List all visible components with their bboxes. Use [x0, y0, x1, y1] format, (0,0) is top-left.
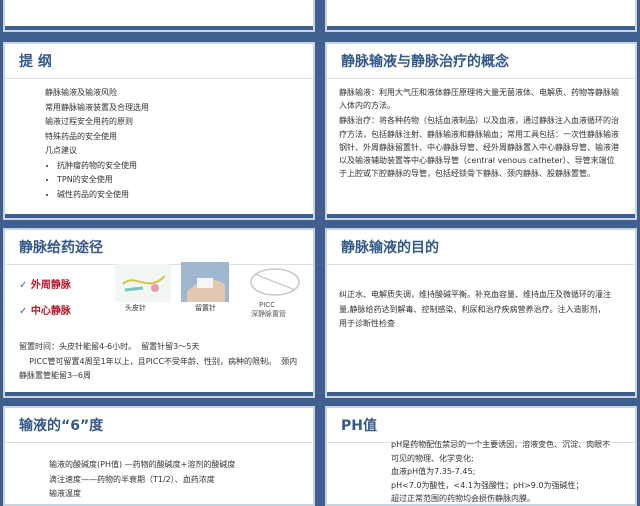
six-degrees-item: 输液温度 — [49, 489, 81, 498]
picc-image — [245, 264, 305, 302]
indwelling-needle-image — [181, 262, 229, 302]
slide-top-right[interactable] — [325, 0, 637, 32]
check-icon: ✓ — [19, 306, 28, 317]
six-degrees-list: 输液的酸碱度(PH值) —药物的酸碱度+溶剂的酸碱度 滴注速度——药物的半衰期（… — [49, 458, 235, 502]
outline-bullet: 碱性药品的安全使用 — [57, 188, 149, 203]
outline-item: 几点建议 — [45, 146, 77, 155]
slide-ph[interactable]: PH值 pH是药物配伍禁忌的一个主要诱因，溶液变色、沉淀、肉眼不可见的物理、化学… — [325, 406, 637, 506]
slide-header: 输液的“6”度 — [5, 408, 313, 443]
slide-title: PH值 — [341, 418, 377, 434]
slide-bottom-bar — [5, 26, 313, 30]
slide-bottom-bar — [327, 26, 635, 30]
image-caption: 留置针 — [195, 304, 216, 312]
slide-purpose[interactable]: 静脉输液的目的 纠正水、电解质失调，维持酸碱平衡。补充血容量、维持血压及微循环的… — [325, 228, 637, 398]
slide-title: 提 纲 — [19, 54, 52, 70]
picc-catheter-icon — [250, 268, 300, 296]
route-peripheral: ✓ 外周静脉 — [19, 280, 71, 291]
slide-header: 静脉输液与静脉治疗的概念 — [327, 44, 635, 79]
outline-item: 特殊药品的安全使用 — [45, 131, 117, 141]
slide-bottom-bar — [5, 392, 313, 396]
ph-item: 超过正常范围的药物均会损伤静脉内膜。 — [391, 494, 535, 503]
ph-item: pH是药物配伍禁忌的一个主要诱因，溶液变色、沉淀、肉眼不可见的物理、化学变化; — [391, 440, 611, 463]
six-degrees-item: 滴注速度——药物的半衰期（T1/2）、血药浓度 — [49, 474, 215, 484]
slide-header: 静脉输液的目的 — [327, 230, 635, 265]
ph-list: pH是药物配伍禁忌的一个主要诱因，溶液变色、沉淀、肉眼不可见的物理、化学变化; … — [391, 438, 615, 504]
routes-duration-text: 留置时间：头皮针能留4-6小时。 留置针留3～5天 PICC管可留置4周至1年以… — [19, 342, 298, 380]
outline-list: 静脉输液及输液风险 常用静脉输液装置及合理选用 输液过程安全用药的原则 特殊药品… — [45, 86, 149, 202]
slide-bottom-bar — [5, 214, 313, 218]
slide-title: 静脉输液的目的 — [341, 240, 439, 256]
purpose-text: 纠正水、电解质失调，维持酸碱平衡。补充血容量、维持血压及微循环的灌注量,静脉给药… — [339, 290, 611, 328]
ph-item: pH<7.0为酸性，<4.1为强酸性；pH>9.0为强碱性； — [391, 480, 584, 490]
outline-item: 常用静脉输液装置及合理选用 — [45, 102, 149, 112]
outline-bullet: 抗肿瘤药物的安全使用 — [57, 159, 149, 174]
concept-paragraph: 静脉输液：利用大气压和液体静压原理将大量无菌液体、电解质、药物等静脉输入体内的方… — [339, 88, 619, 111]
slide-title: 静脉给药途径 — [19, 240, 103, 256]
slide-title: 输液的“6”度 — [19, 418, 104, 434]
slide-header: 静脉给药途径 — [5, 230, 313, 265]
scalp-needle-icon — [122, 275, 166, 292]
slide-header: 提 纲 — [5, 44, 313, 79]
slide-title: 静脉输液与静脉治疗的概念 — [341, 54, 509, 70]
check-icon: ✓ — [19, 280, 28, 291]
concept-text: 静脉输液：利用大气压和液体静压原理将大量无菌液体、电解质、药物等静脉输入体内的方… — [339, 86, 621, 180]
six-degrees-item: 输液的酸碱度(PH值) —药物的酸碱度+溶剂的酸碱度 — [49, 460, 236, 469]
outline-item: 输液过程安全用药的原则 — [45, 117, 133, 126]
concept-paragraph: 静脉治疗：将各种药物（包括血液制品）以及血液，通过静脉注入血液循环的治疗方法，包… — [339, 116, 619, 179]
slide-six-degrees[interactable]: 输液的“6”度 输液的酸碱度(PH值) —药物的酸碱度+溶剂的酸碱度 滴注速度—… — [3, 406, 315, 506]
route-central: ✓ 中心静脉 — [19, 306, 71, 317]
slide-top-left[interactable] — [3, 0, 315, 32]
ph-item: 血液pH值为7.35-7.45; — [391, 467, 476, 476]
slide-outline[interactable]: 提 纲 静脉输液及输液风险 常用静脉输液装置及合理选用 输液过程安全用药的原则 … — [3, 42, 315, 220]
slide-concept[interactable]: 静脉输液与静脉治疗的概念 静脉输液：利用大气压和液体静压原理将大量无菌液体、电解… — [325, 42, 637, 220]
image-caption: 深静脉置管 — [251, 310, 286, 318]
outline-bullet: TPN的安全使用 — [57, 173, 149, 188]
indwelling-needle-icon — [181, 262, 229, 302]
scalp-needle-image — [115, 264, 171, 302]
slide-bottom-bar — [327, 392, 635, 396]
slide-routes[interactable]: 静脉给药途径 ✓ 外周静脉 ✓ 中心静脉 头皮针 留置针 PICC 深静脉置管 … — [3, 228, 315, 398]
outline-item: 静脉输液及输液风险 — [45, 88, 117, 97]
image-caption: 头皮针 — [125, 304, 146, 312]
slide-bottom-bar — [327, 214, 635, 218]
